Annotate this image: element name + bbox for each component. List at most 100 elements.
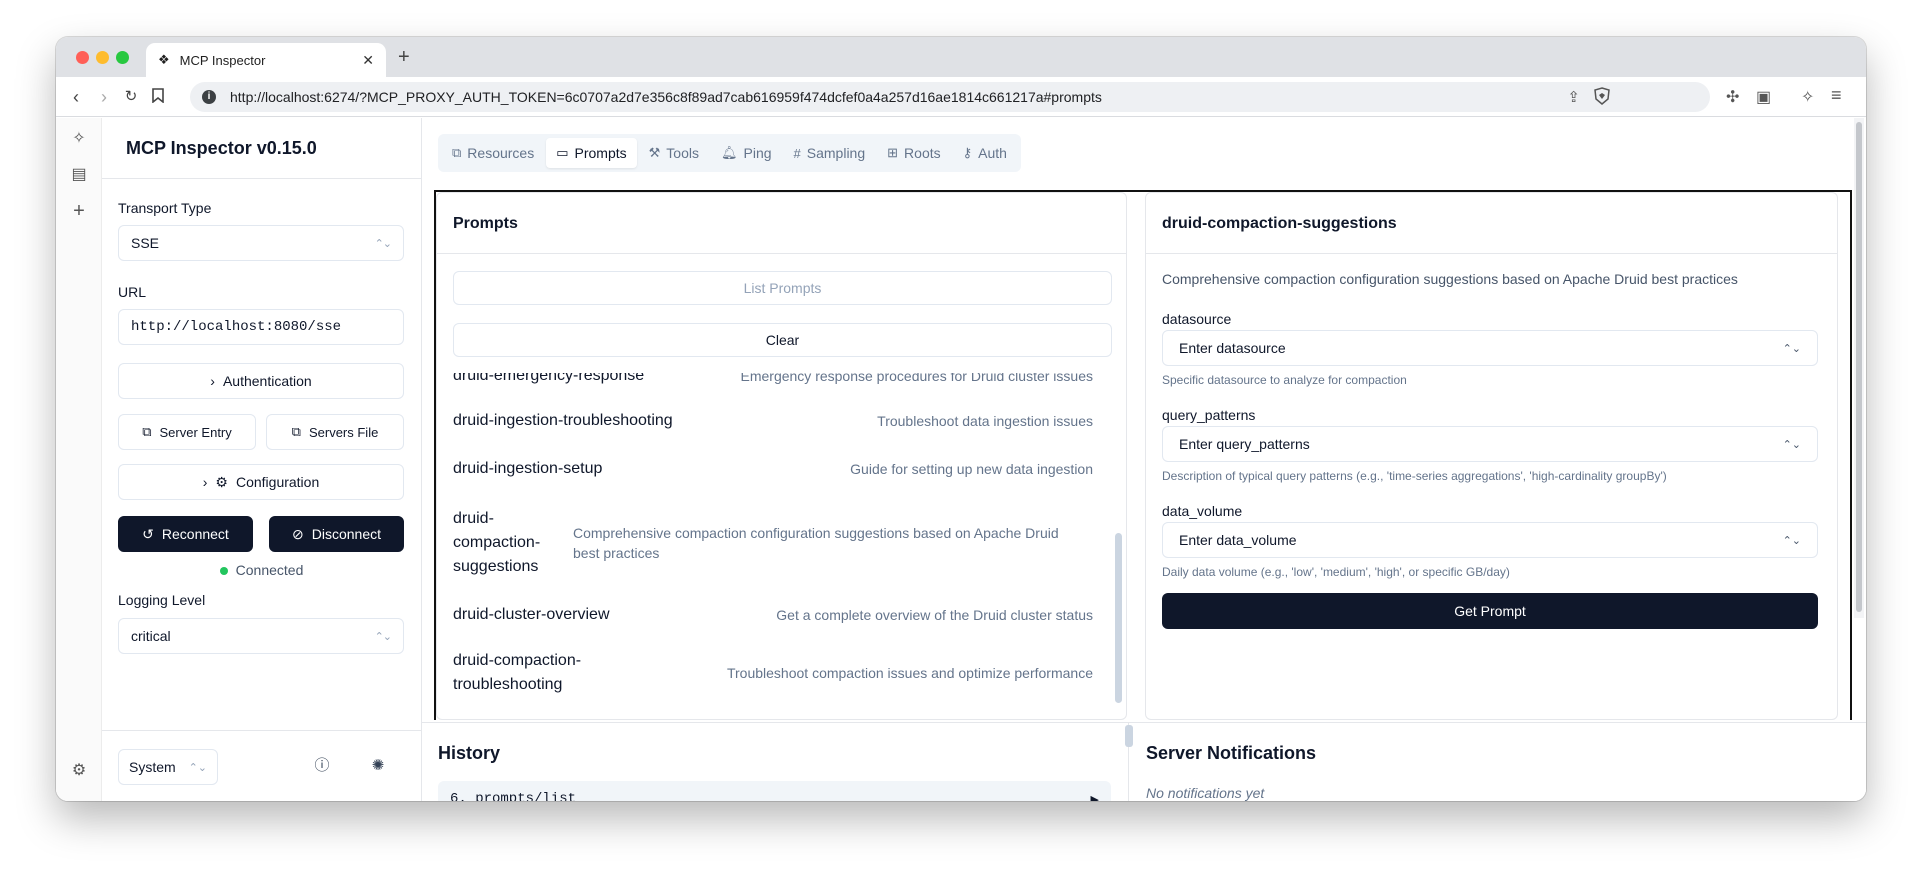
list-item[interactable]: druid-emergency-response Emergency respo… [453, 373, 1093, 391]
prompt-list[interactable]: druid-emergency-response Emergency respo… [453, 373, 1093, 703]
logging-level-label: Logging Level [118, 592, 206, 608]
prompt-description: Comprehensive compaction configuration s… [573, 523, 1093, 563]
query-patterns-label: query_patterns [1162, 407, 1256, 423]
configuration-label: Configuration [235, 474, 320, 490]
transport-type-label: Transport Type [118, 200, 212, 216]
chevrons-up-down-icon: ⌃⌄ [1782, 342, 1801, 355]
browser-tab[interactable]: ❖ MCP Inspector ✕ [146, 43, 386, 77]
get-prompt-button[interactable]: Get Prompt [1162, 593, 1818, 629]
chevrons-up-down-icon: ⌃⌄ [374, 630, 392, 643]
clear-button[interactable]: Clear [453, 323, 1112, 357]
leo-icon[interactable]: ✧ [70, 130, 88, 148]
reading-list-icon[interactable]: ▤ [70, 166, 88, 184]
tab-roots[interactable]: ⊞ Roots [877, 138, 950, 168]
tab-resources[interactable]: ⧉ Resources [442, 138, 544, 168]
page-scrollbar[interactable] [1854, 118, 1864, 618]
data-volume-input[interactable]: Enter data_volume ⌃⌄ [1162, 522, 1818, 558]
data-volume-placeholder: Enter data_volume [1179, 532, 1297, 548]
list-item[interactable]: druid-ingestion-troubleshooting Troubles… [453, 409, 1093, 433]
prompt-description: Emergency response procedures for Druid … [740, 373, 1094, 384]
tab-ping[interactable]: 🔔︎ Ping [711, 138, 782, 168]
servers-file-button[interactable]: ⧉ Servers File [266, 414, 404, 450]
rotate-ccw-icon: ↺ [142, 525, 154, 542]
bell-icon: 🔔︎ [720, 145, 738, 160]
address-bar[interactable]: i http://localhost:6274/?MCP_PROXY_AUTH_… [190, 82, 1710, 112]
theme-select[interactable]: System ⌃⌄ [118, 749, 218, 785]
card-divider [437, 253, 1126, 254]
list-item[interactable]: druid- compaction- suggestions Comprehen… [453, 507, 1093, 579]
notifications-title: Server Notifications [1146, 743, 1317, 763]
new-tab-icon[interactable]: + [398, 46, 410, 69]
extensions-icon[interactable]: ✣ [1726, 87, 1739, 107]
tab-sampling[interactable]: # Sampling [784, 138, 876, 168]
status-dot [219, 567, 228, 576]
server-entry-label: Server Entry [159, 424, 232, 440]
list-item[interactable]: druid-compaction- troubleshooting Troubl… [453, 649, 1093, 697]
bug-icon[interactable]: ✺ [368, 756, 388, 776]
chevrons-up-down-icon: ⌃⌄ [188, 761, 207, 774]
resize-handle[interactable] [1125, 725, 1133, 747]
prompt-name: druid-cluster-overview [453, 606, 610, 623]
prompt-name: druid-ingestion-setup [453, 460, 603, 477]
list-item[interactable]: druid-cluster-overview Get a complete ov… [453, 603, 1093, 627]
logging-level-select[interactable]: critical ⌃⌄ [118, 618, 404, 654]
close-tab-icon[interactable]: ✕ [362, 52, 374, 69]
authentication-toggle[interactable]: › Authentication [118, 363, 404, 399]
history-item[interactable]: 6. prompts/list ▶ [438, 781, 1111, 801]
query-patterns-input[interactable]: Enter query_patterns ⌃⌄ [1162, 426, 1818, 462]
back-icon[interactable]: ‹ [66, 87, 86, 107]
tab-auth[interactable]: ⚷ Auth [953, 138, 1017, 168]
chevrons-up-down-icon: ⌃⌄ [374, 237, 392, 250]
hammer-icon: ⚒ [648, 145, 661, 160]
prompt-name-line: druid- [453, 510, 494, 527]
help-circle-icon[interactable]: ⓘ [312, 756, 332, 776]
unplug-icon: ⊘ [292, 525, 304, 542]
datasource-help: Specific datasource to analyze for compa… [1162, 373, 1407, 387]
zoom-window-button[interactable] [116, 51, 129, 64]
tab-label: Roots [904, 145, 941, 161]
url-label: URL [118, 284, 147, 300]
tab-label: Tools [666, 145, 699, 161]
minimize-window-button[interactable] [96, 51, 109, 64]
site-info-icon[interactable]: i [202, 90, 216, 104]
bookmark-icon[interactable] [148, 87, 168, 107]
menu-icon[interactable]: ≡ [1831, 85, 1842, 106]
leo-ai-icon[interactable]: ✧ [1801, 87, 1814, 107]
forward-icon[interactable]: › [94, 87, 114, 107]
browser-navbar: ‹ › ↻ i http://localhost:6274/?MCP_PROXY… [56, 77, 1866, 117]
brave-shield-icon[interactable] [1594, 87, 1610, 105]
settings-gear-icon[interactable]: ⚙ [70, 762, 88, 780]
add-icon[interactable]: + [70, 201, 88, 221]
prompt-detail-description: Comprehensive compaction configuration s… [1162, 271, 1738, 287]
tab-label: Sampling [806, 145, 866, 161]
prompt-description-line: best practices [573, 545, 660, 561]
list-item[interactable]: druid-ingestion-setup Guide for setting … [453, 457, 1093, 481]
sidebar-toggle-icon[interactable]: ▣ [1756, 87, 1771, 107]
transport-type-select[interactable]: SSE ⌃⌄ [118, 225, 404, 261]
datasource-input[interactable]: Enter datasource ⌃⌄ [1162, 330, 1818, 366]
reload-icon[interactable]: ↻ [121, 87, 141, 107]
transport-type-value: SSE [131, 235, 160, 251]
chevrons-up-down-icon: ⌃⌄ [1782, 534, 1801, 547]
expand-triangle-icon[interactable]: ▶ [1091, 793, 1099, 802]
prompt-list-scrollbar[interactable] [1115, 533, 1122, 703]
hash-icon: # [793, 145, 801, 161]
page-scroll-thumb[interactable] [1856, 122, 1862, 612]
disconnect-button[interactable]: ⊘ Disconnect [269, 516, 404, 552]
server-entry-button[interactable]: ⧉ Server Entry [118, 414, 256, 450]
tab-tools[interactable]: ⚒ Tools [639, 138, 709, 168]
data-volume-label: data_volume [1162, 503, 1243, 519]
tab-title: MCP Inspector [179, 52, 266, 68]
logging-level-value: critical [131, 628, 171, 644]
reconnect-button[interactable]: ↺ Reconnect [118, 516, 253, 552]
share-icon[interactable]: ⇪ [1567, 88, 1580, 106]
url-input[interactable]: http://localhost:8080/sse [118, 309, 404, 345]
configuration-toggle[interactable]: › ⚙ Configuration [118, 464, 404, 500]
prompt-description: Troubleshoot data ingestion issues [877, 413, 1093, 429]
mcp-logo-icon: ❖ [158, 52, 170, 67]
list-prompts-button[interactable]: List Prompts [453, 271, 1112, 305]
files-icon: ⧉ [452, 145, 462, 160]
tab-prompts[interactable]: ▭ Prompts [546, 138, 637, 168]
close-window-button[interactable] [76, 51, 89, 64]
sidebar-divider [102, 178, 421, 179]
